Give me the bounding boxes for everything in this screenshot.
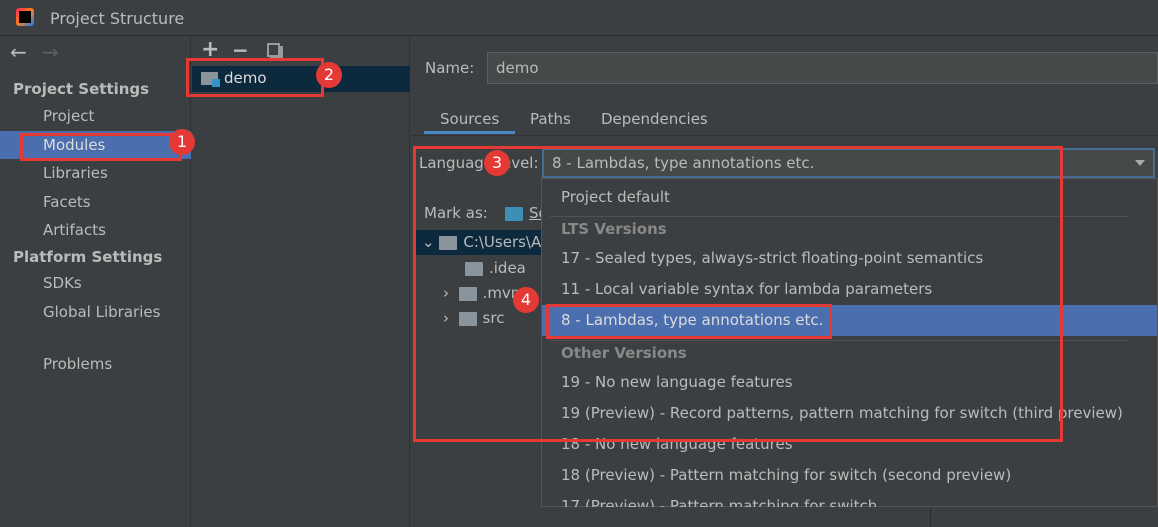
tab-separator (411, 135, 1158, 136)
annotation-box-4 (546, 304, 832, 339)
chevron-down-icon (1135, 160, 1145, 166)
title-bar: Project Structure (0, 0, 1158, 36)
window-title: Project Structure (50, 9, 185, 28)
tab-underline (424, 131, 515, 134)
name-input[interactable]: demo (487, 52, 1158, 84)
annotation-box-1 (20, 133, 182, 161)
annotation-badge-2: 2 (316, 62, 342, 88)
project-settings-heading: Project Settings (13, 80, 150, 98)
sidebar-item-problems[interactable]: Problems (0, 350, 191, 378)
tab-paths[interactable]: Paths (530, 110, 571, 128)
intellij-logo-icon (16, 8, 34, 26)
platform-settings-heading: Platform Settings (13, 248, 163, 266)
sidebar-item-project[interactable]: Project (0, 102, 191, 130)
annotation-box-3 (413, 146, 1063, 442)
copy-icon[interactable] (267, 43, 280, 57)
modules-panel: + − demo (192, 37, 410, 527)
bottom-divider (930, 507, 931, 527)
sidebar-item-facets[interactable]: Facets (0, 188, 191, 216)
tab-dependencies[interactable]: Dependencies (601, 110, 708, 128)
sidebar-item-artifacts[interactable]: Artifacts (0, 216, 191, 244)
annotation-box-2 (186, 58, 324, 97)
annotation-badge-1: 1 (169, 129, 195, 155)
annotation-badge-4: 4 (513, 287, 539, 313)
tab-sources[interactable]: Sources (440, 110, 499, 128)
sidebar-item-libraries[interactable]: Libraries (0, 159, 191, 187)
sidebar-item-global-libraries[interactable]: Global Libraries (0, 298, 191, 326)
option-18-preview[interactable]: 18 (Preview) - Pattern matching for swit… (542, 460, 1157, 491)
sidebar-item-sdks[interactable]: SDKs (0, 269, 191, 297)
forward-button[interactable]: → (42, 40, 59, 64)
back-button[interactable]: ← (10, 40, 27, 64)
annotation-badge-3: 3 (484, 150, 510, 176)
sidebar: ← → Project Settings Project Modules Lib… (0, 37, 191, 527)
name-label: Name: (425, 59, 475, 77)
option-17-preview[interactable]: 17 (Preview) - Pattern matching for swit… (542, 491, 1157, 507)
